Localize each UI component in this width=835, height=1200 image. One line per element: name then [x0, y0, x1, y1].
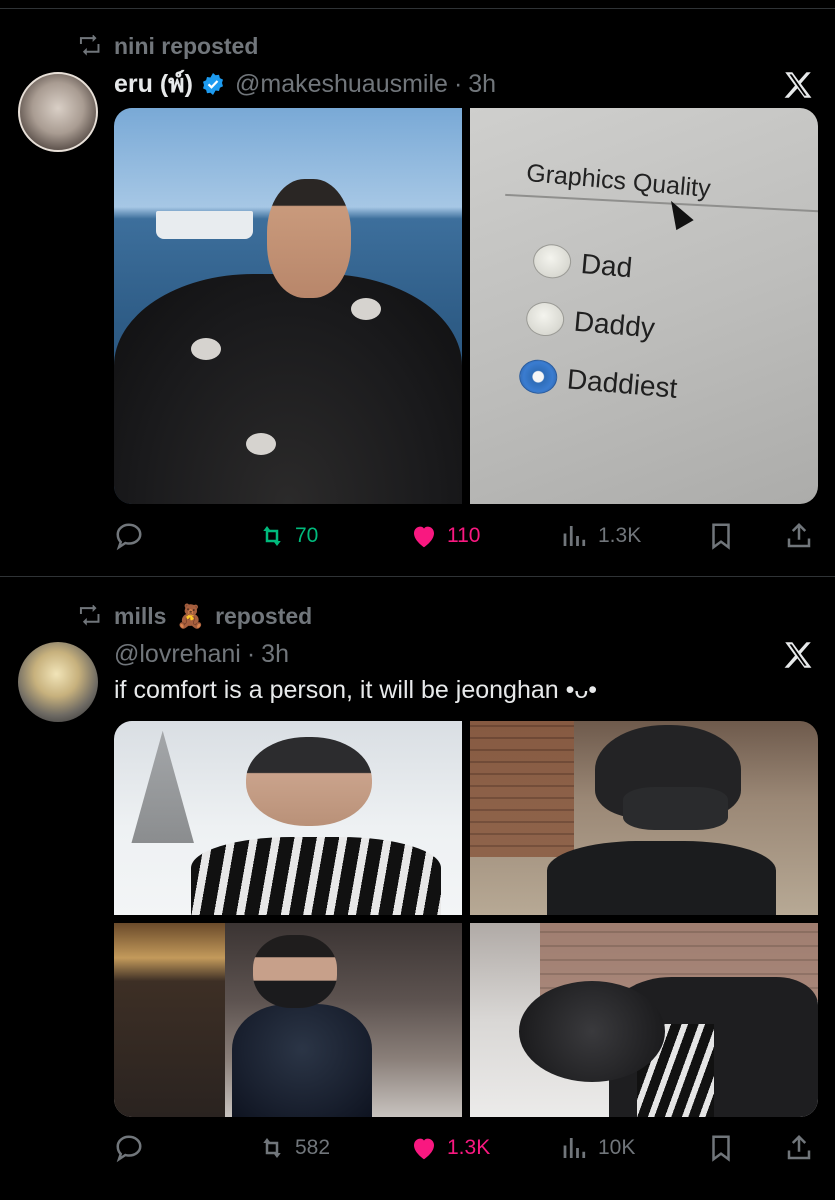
views-icon — [563, 1138, 586, 1158]
repost-icon — [263, 1138, 281, 1158]
views-button[interactable]: 10K — [560, 1133, 635, 1163]
repost-context[interactable]: nini reposted — [78, 32, 258, 60]
share-icon — [787, 1134, 811, 1160]
author-handle[interactable]: @makeshuausmile — [235, 70, 448, 99]
post-time[interactable]: 3h — [468, 70, 496, 99]
snowy-hood-shape — [518, 981, 665, 1083]
repost-icon — [263, 526, 281, 546]
author-name[interactable]: eru (พ์) — [114, 64, 193, 104]
like-count: 110 — [447, 524, 481, 547]
snow-portrait-photo[interactable] — [114, 721, 462, 915]
like-button[interactable]: 1.3K — [409, 1133, 490, 1163]
separator-dot: · — [246, 639, 256, 668]
reply-icon — [116, 1135, 142, 1163]
views-button[interactable]: 1.3K — [560, 521, 641, 551]
bookmark-button[interactable] — [706, 521, 736, 551]
bookmark-icon — [712, 1135, 730, 1162]
x-logo-icon[interactable] — [781, 68, 815, 102]
brick-wall-shape — [470, 721, 575, 857]
boat-shape — [155, 210, 254, 239]
repost-icon — [79, 35, 100, 56]
action-bar: 582 1.3K 10K — [114, 1128, 818, 1168]
shirt-flower — [350, 298, 381, 321]
heart-icon — [414, 526, 434, 548]
radio-icon — [524, 300, 566, 338]
option-label: Daddiest — [565, 363, 679, 405]
top-divider — [0, 8, 835, 9]
bookmark-button[interactable] — [706, 1133, 736, 1163]
post-divider — [0, 576, 835, 577]
option-label: Dad — [579, 247, 634, 283]
author-handle[interactable]: @lovrehani — [114, 640, 241, 669]
shirt-flower — [246, 432, 277, 455]
storefront-shape — [114, 923, 226, 1117]
reply-icon — [116, 523, 142, 551]
head-shape — [246, 736, 372, 826]
heart-icon — [414, 1138, 434, 1160]
bookmark-icon — [712, 523, 730, 550]
repost-context[interactable]: mills 🧸 reposted — [78, 602, 312, 630]
post-header: eru (พ์) @makeshuausmile · 3h — [114, 68, 496, 100]
head-shape — [253, 934, 337, 1009]
repost-count: 582 — [295, 1136, 331, 1159]
repost-label: nini reposted — [114, 32, 259, 59]
x-logo-icon[interactable] — [781, 638, 815, 672]
reply-button[interactable] — [114, 521, 152, 551]
snow-hood-photo[interactable] — [470, 923, 818, 1117]
reply-button[interactable] — [114, 1133, 152, 1163]
share-icon — [787, 522, 811, 548]
repost-button[interactable]: 582 — [257, 1133, 330, 1163]
head-shape — [267, 179, 351, 299]
share-button[interactable] — [784, 1133, 814, 1163]
option-dad: Dad — [531, 242, 633, 285]
snowy-tree-shape — [131, 730, 195, 844]
separator-dot: · — [453, 69, 463, 98]
coat-shape — [546, 841, 777, 915]
tweet-text: if comfort is a person, it will be jeong… — [114, 676, 598, 704]
views-icon — [563, 526, 586, 546]
like-button[interactable]: 110 — [409, 521, 480, 551]
repost-button[interactable]: 70 — [257, 521, 318, 551]
avatar[interactable] — [18, 72, 98, 152]
verified-badge-icon — [202, 73, 223, 95]
option-label: Daddy — [572, 305, 656, 344]
post-time[interactable]: 3h — [261, 640, 289, 669]
face-mask-shape — [623, 786, 728, 830]
views-count: 10K — [598, 1136, 636, 1159]
striped-jacket-shape — [190, 837, 442, 915]
repost-suffix: reposted — [215, 602, 313, 629]
media-grid — [114, 721, 818, 1117]
share-button[interactable] — [784, 521, 814, 551]
option-daddy: Daddy — [524, 300, 656, 345]
repost-count: 70 — [295, 524, 319, 547]
avatar[interactable] — [18, 642, 98, 722]
shirt-shape — [114, 274, 462, 504]
repost-icon — [79, 605, 100, 626]
post-header: @lovrehani · 3h — [114, 638, 289, 670]
shirt-flower — [190, 337, 221, 360]
media-grid: Graphics Quality Dad Daddy Daddiest — [114, 108, 818, 504]
man-on-boat-photo[interactable] — [114, 108, 462, 504]
repost-user: mills — [114, 602, 167, 629]
graphics-quality-screen-photo[interactable]: Graphics Quality Dad Daddy Daddiest — [470, 108, 818, 504]
radio-selected-icon — [517, 358, 559, 396]
like-count: 1.3K — [447, 1136, 491, 1159]
street-night-photo[interactable] — [114, 923, 462, 1117]
action-bar: 70 110 1.3K — [114, 516, 818, 556]
radio-icon — [531, 242, 573, 280]
masked-beanie-photo[interactable] — [470, 721, 818, 915]
teddy-bear-emoji: 🧸 — [176, 602, 206, 629]
views-count: 1.3K — [598, 524, 642, 547]
puffer-jacket-shape — [232, 1004, 372, 1117]
option-daddiest: Daddiest — [517, 358, 679, 407]
